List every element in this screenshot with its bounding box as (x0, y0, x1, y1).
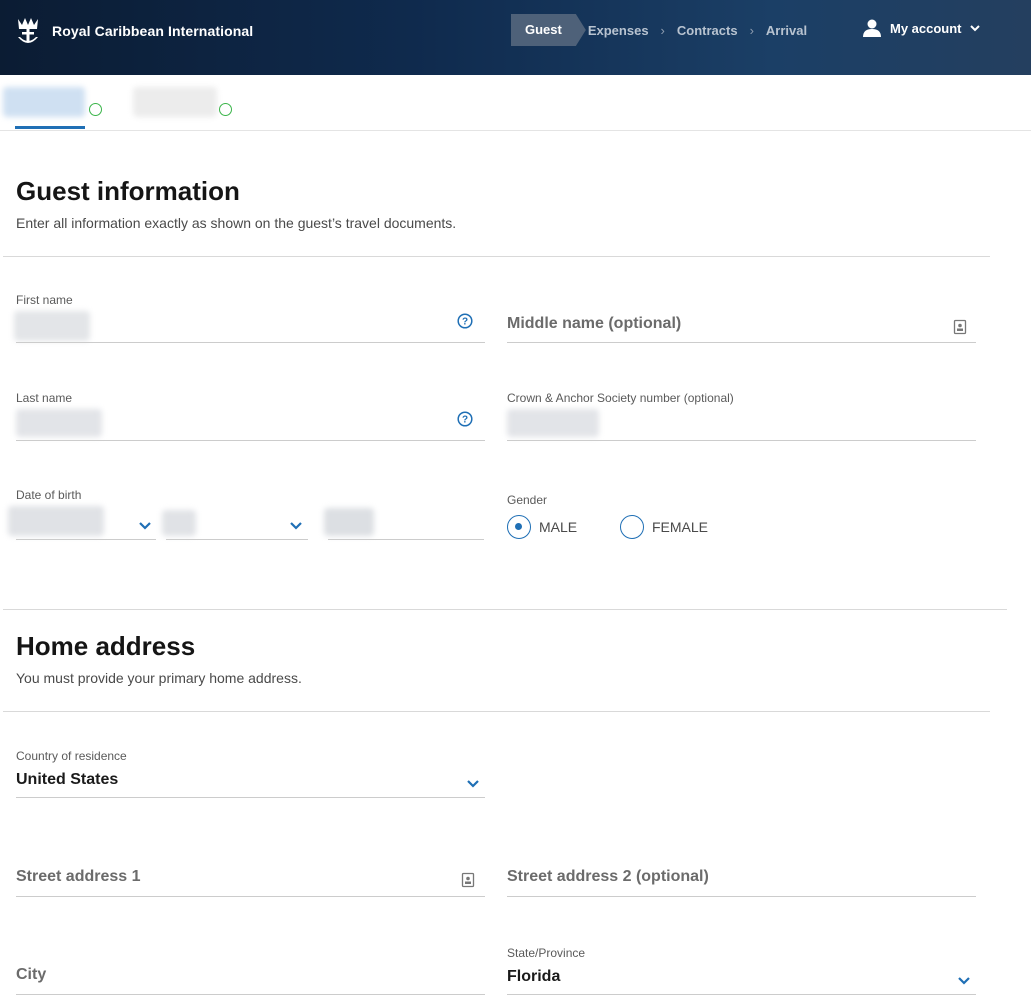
street-address-2-field[interactable]: Street address 2 (optional) (507, 837, 976, 897)
field-underline (16, 797, 485, 798)
field-underline (16, 440, 485, 441)
street-address-2-placeholder: Street address 2 (optional) (507, 868, 709, 885)
dob-day-value-redacted (162, 510, 196, 536)
dob-month-value-redacted (8, 506, 104, 536)
brand[interactable]: Royal Caribbean International (14, 15, 253, 47)
section-divider (3, 711, 990, 712)
section-divider (3, 609, 1007, 610)
guest-tabs (0, 75, 1031, 131)
field-underline (507, 896, 976, 897)
crown-anchor-number-field[interactable]: Crown & Anchor Society number (optional) (507, 381, 976, 441)
gender-female-label: FEMALE (652, 519, 709, 535)
chevron-right-icon: › (749, 22, 754, 38)
id-card-icon[interactable] (460, 872, 476, 888)
chevron-right-icon: › (660, 22, 665, 38)
my-account-label: My account (890, 20, 962, 36)
active-tab-indicator (15, 126, 85, 129)
guest-information-subtitle: Enter all information exactly as shown o… (16, 215, 457, 231)
middle-name-placeholder: Middle name (optional) (507, 315, 682, 332)
field-underline (507, 342, 976, 343)
crown-anchor-logo (18, 18, 38, 43)
radio-unchecked-icon (620, 515, 644, 539)
street-address-1-field[interactable]: Street address 1 (16, 837, 485, 897)
field-underline (328, 539, 484, 540)
crown-anchor-value-redacted (507, 409, 599, 437)
first-name-label: First name (16, 293, 73, 307)
field-underline (16, 994, 485, 995)
last-name-label: Last name (16, 391, 73, 405)
step-arrival[interactable]: Arrival (766, 23, 807, 38)
gender-male-radio[interactable]: MALE (507, 515, 577, 539)
last-name-field[interactable]: Last name ? (16, 381, 485, 441)
guest-tab-1[interactable] (3, 81, 103, 121)
chevron-down-icon (958, 977, 970, 985)
field-underline (16, 896, 485, 897)
field-underline (507, 440, 976, 441)
crown-anchor-label: Crown & Anchor Society number (optional) (507, 391, 734, 405)
my-account-menu[interactable]: My account (862, 18, 980, 38)
guest-tab-name-redacted (133, 87, 217, 117)
user-icon (863, 19, 881, 37)
chevron-down-icon (139, 522, 151, 530)
street-address-1-placeholder: Street address 1 (16, 868, 141, 885)
dob-month-select[interactable] (8, 480, 156, 540)
field-underline (166, 539, 308, 540)
field-underline (16, 342, 485, 343)
dob-year-input[interactable] (324, 480, 484, 540)
status-circle-icon (89, 103, 102, 116)
first-name-value-redacted (14, 311, 90, 341)
radio-checked-icon (507, 515, 531, 539)
city-placeholder: City (16, 966, 47, 983)
guest-tab-2[interactable] (133, 81, 233, 121)
state-value: Florida (507, 968, 561, 985)
field-underline (507, 994, 976, 995)
help-icon[interactable]: ? (457, 313, 473, 329)
svg-text:?: ? (462, 317, 468, 328)
brand-name: Royal Caribbean International (52, 23, 254, 39)
middle-name-field[interactable]: Middle name (optional) (507, 283, 976, 343)
dob-year-value-redacted (324, 508, 374, 536)
chevron-down-icon (467, 780, 479, 788)
country-label: Country of residence (16, 749, 127, 763)
help-icon[interactable]: ? (457, 411, 473, 427)
step-contracts[interactable]: Contracts (677, 23, 738, 38)
state-label: State/Province (507, 946, 586, 960)
chevron-down-icon (290, 522, 302, 530)
step-expenses[interactable]: Expenses (588, 23, 649, 38)
gender-male-label: MALE (539, 519, 578, 535)
progress-steps: Guest Expenses › Contracts › Arrival (511, 14, 807, 46)
top-header: Royal Caribbean International Guest Expe… (0, 0, 1031, 75)
state-province-select[interactable]: State/Province Florida (507, 935, 976, 995)
status-circle-icon (219, 103, 232, 116)
dob-day-select[interactable] (162, 480, 308, 540)
section-divider (3, 256, 990, 257)
gender-label: Gender (507, 493, 548, 507)
chevron-down-icon (969, 25, 980, 32)
gender-female-radio[interactable]: FEMALE (620, 515, 708, 539)
last-name-value-redacted (16, 409, 102, 437)
svg-text:?: ? (462, 415, 468, 426)
city-field[interactable]: City (16, 935, 485, 995)
home-address-subtitle: You must provide your primary home addre… (16, 670, 302, 686)
country-of-residence-select[interactable]: Country of residence United States (16, 738, 485, 798)
field-underline (16, 539, 156, 540)
country-value: United States (16, 771, 119, 788)
id-card-icon[interactable] (952, 319, 968, 335)
guest-tab-name-redacted (3, 87, 85, 117)
first-name-field[interactable]: First name ? (14, 283, 485, 343)
step-guest[interactable]: Guest (511, 14, 586, 46)
home-address-title: Home address (16, 631, 196, 661)
guest-information-title: Guest information (16, 176, 240, 206)
